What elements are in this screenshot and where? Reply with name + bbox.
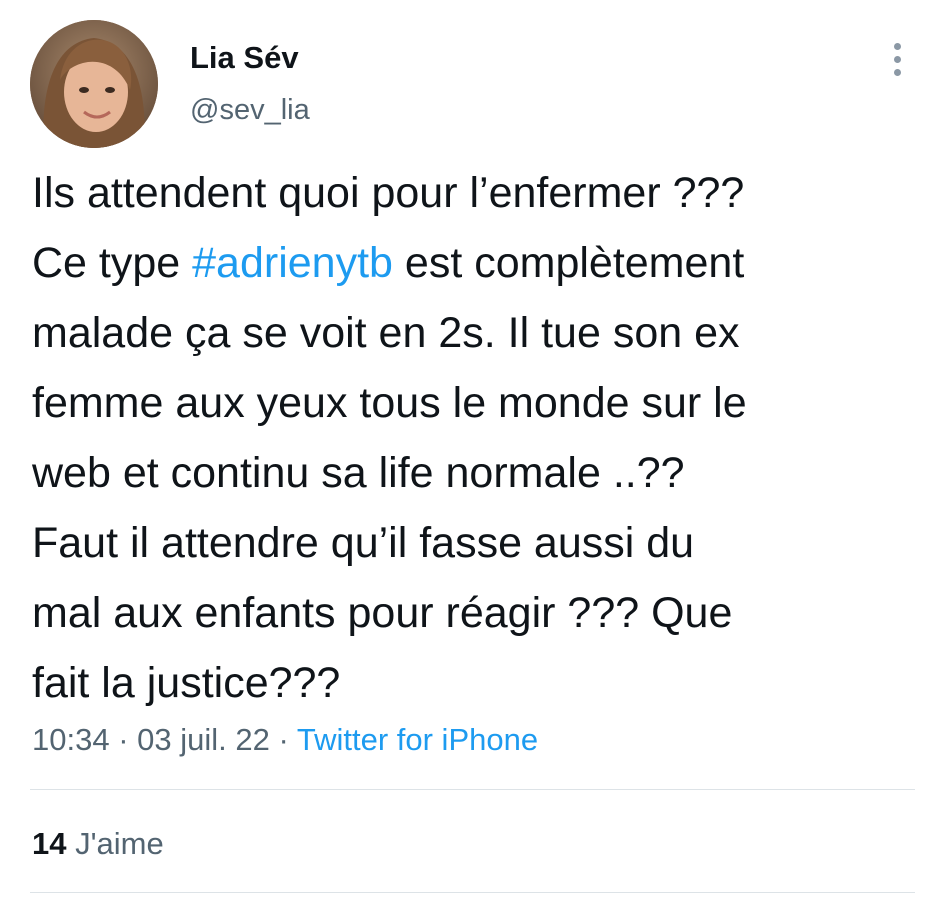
tweet-text-segment: fait la justice???: [32, 659, 341, 707]
hashtag-link[interactable]: #adrienytb: [192, 239, 393, 287]
tweet-line: web et continu sa life normale ..??: [32, 438, 927, 508]
meta-separator: ·: [269, 722, 297, 757]
tweet-text-segment: est complètement: [392, 239, 745, 287]
tweet-detail: Lia Sév @sev_lia Ils attendent quoi pour…: [0, 0, 945, 897]
divider: [30, 892, 915, 893]
tweet-source-link[interactable]: Twitter for iPhone: [297, 722, 538, 757]
dot-icon: [893, 55, 901, 63]
user-info: Lia Sév @sev_lia: [190, 38, 310, 130]
tweet-line: Ils attendent quoi pour l’enfermer ???: [32, 158, 927, 228]
more-options-icon[interactable]: [882, 36, 912, 82]
tweet-meta: 10:34 · 03 juil. 22 · Twitter for iPhone: [32, 720, 538, 760]
meta-separator: ·: [109, 722, 138, 757]
avatar[interactable]: [30, 20, 158, 148]
divider: [30, 789, 915, 790]
tweet-text: Ils attendent quoi pour l’enfermer ??? C…: [32, 158, 927, 718]
tweet-line: mal aux enfants pour réagir ??? Que: [32, 578, 927, 648]
tweet-text-segment: malade ça se voit en 2s. Il tue son ex: [32, 309, 740, 357]
tweet-line: malade ça se voit en 2s. Il tue son ex: [32, 298, 927, 368]
tweet-text-segment: web et continu sa life normale ..??: [32, 449, 685, 497]
dot-icon: [893, 42, 901, 50]
likes-stat[interactable]: 14 J'aime: [32, 824, 164, 864]
dot-icon: [893, 68, 901, 76]
tweet-line: Faut il attendre qu’il fasse aussi du: [32, 508, 927, 578]
likes-label: J'aime: [75, 826, 164, 861]
user-handle[interactable]: @sev_lia: [190, 90, 310, 130]
tweet-date[interactable]: 03 juil. 22: [137, 722, 270, 757]
tweet-text-segment: mal aux enfants pour réagir ??? Que: [32, 589, 733, 637]
tweet-time[interactable]: 10:34: [32, 722, 110, 757]
tweet-text-segment: Ils attendent quoi pour l’enfermer ???: [32, 169, 745, 217]
display-name[interactable]: Lia Sév: [190, 38, 310, 78]
profile-photo-icon: [30, 20, 158, 148]
tweet-line: femme aux yeux tous le monde sur le: [32, 368, 927, 438]
tweet-text-segment: Ce type: [32, 239, 193, 287]
tweet-line: fait la justice???: [32, 648, 927, 718]
tweet-text-segment: femme aux yeux tous le monde sur le: [32, 379, 747, 427]
likes-count: 14: [32, 826, 67, 861]
tweet-text-segment: Faut il attendre qu’il fasse aussi du: [32, 519, 695, 567]
tweet-line: Ce type #adrienytb est complètement: [32, 228, 927, 298]
